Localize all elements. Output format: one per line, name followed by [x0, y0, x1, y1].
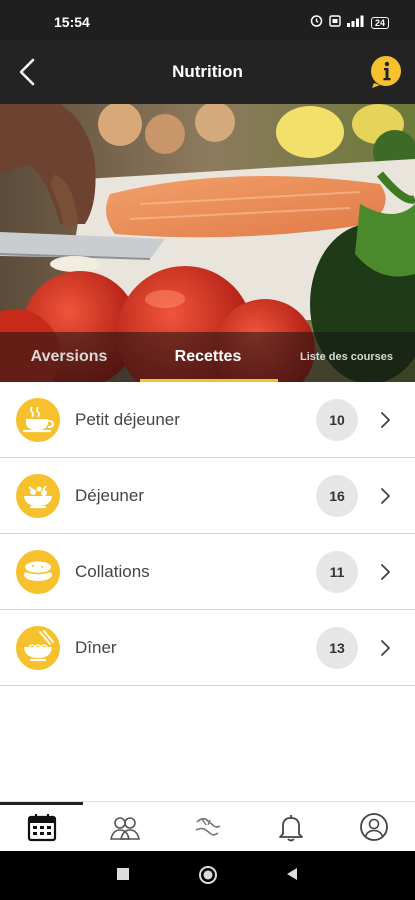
home-circle-icon [199, 866, 217, 884]
chevron-right-icon [381, 488, 390, 504]
recipe-count-badge: 11 [316, 551, 358, 593]
salad-bowl-icon [16, 474, 60, 518]
chevron-right-icon [381, 412, 390, 428]
cookies-icon [16, 550, 60, 594]
meal-category-list: Petit déjeuner 10 Déjeuner 16 Collations… [0, 382, 415, 686]
nav-profile[interactable] [358, 812, 390, 842]
recipe-count-badge: 16 [316, 475, 358, 517]
recipe-count-badge: 10 [316, 399, 358, 441]
list-item-collations[interactable]: Collations 11 [0, 534, 415, 610]
list-item-diner[interactable]: Dîner 13 [0, 610, 415, 686]
tab-liste-des-courses[interactable]: Liste des courses [278, 332, 415, 382]
info-button[interactable] [369, 55, 403, 89]
status-icons: 24 [310, 14, 389, 32]
status-time: 15:54 [54, 14, 90, 30]
active-nav-indicator [0, 802, 83, 805]
coaching-icon [195, 817, 221, 836]
info-bubble-icon [371, 56, 401, 88]
list-item-label: Dîner [75, 638, 117, 657]
list-item-label: Déjeuner [75, 486, 144, 505]
noodle-bowl-icon [16, 626, 60, 670]
bell-icon [279, 815, 303, 842]
system-navigation-bar [0, 851, 415, 900]
page-title: Nutrition [172, 62, 243, 81]
system-back-button[interactable] [285, 867, 299, 886]
profile-icon [360, 813, 388, 841]
list-item-label: Petit déjeuner [75, 410, 180, 429]
square-icon [117, 868, 129, 880]
calendar-icon [27, 814, 57, 842]
chevron-right-icon [381, 640, 390, 656]
list-item-dejeuner[interactable]: Déjeuner 16 [0, 458, 415, 534]
community-icon [110, 817, 140, 840]
app-bar: Nutrition [0, 40, 415, 104]
coffee-cup-icon [16, 398, 60, 442]
nav-notifications[interactable] [275, 812, 307, 842]
nav-coaching[interactable] [192, 812, 224, 842]
recipe-tabs: Aversions Recettes Liste des courses [0, 332, 415, 382]
home-button[interactable] [198, 865, 218, 890]
tab-recettes[interactable]: Recettes [138, 332, 278, 382]
status-bar: 15:54 24 [0, 0, 415, 40]
list-item-label: Collations [75, 562, 150, 581]
tab-aversions[interactable]: Aversions [0, 332, 138, 382]
chevron-right-icon [381, 564, 390, 580]
nav-community[interactable] [109, 812, 141, 842]
bottom-navigation [0, 801, 415, 851]
signal-icon [346, 14, 365, 32]
list-item-petit-dejeuner[interactable]: Petit déjeuner 10 [0, 382, 415, 458]
recipe-count-badge: 13 [316, 627, 358, 669]
recent-apps-button[interactable] [116, 867, 130, 886]
battery-icon: 24 [370, 17, 389, 29]
triangle-back-icon [287, 868, 297, 880]
alarm-icon [310, 14, 323, 32]
data-saver-icon [329, 14, 341, 32]
nav-calendar[interactable] [26, 812, 58, 842]
